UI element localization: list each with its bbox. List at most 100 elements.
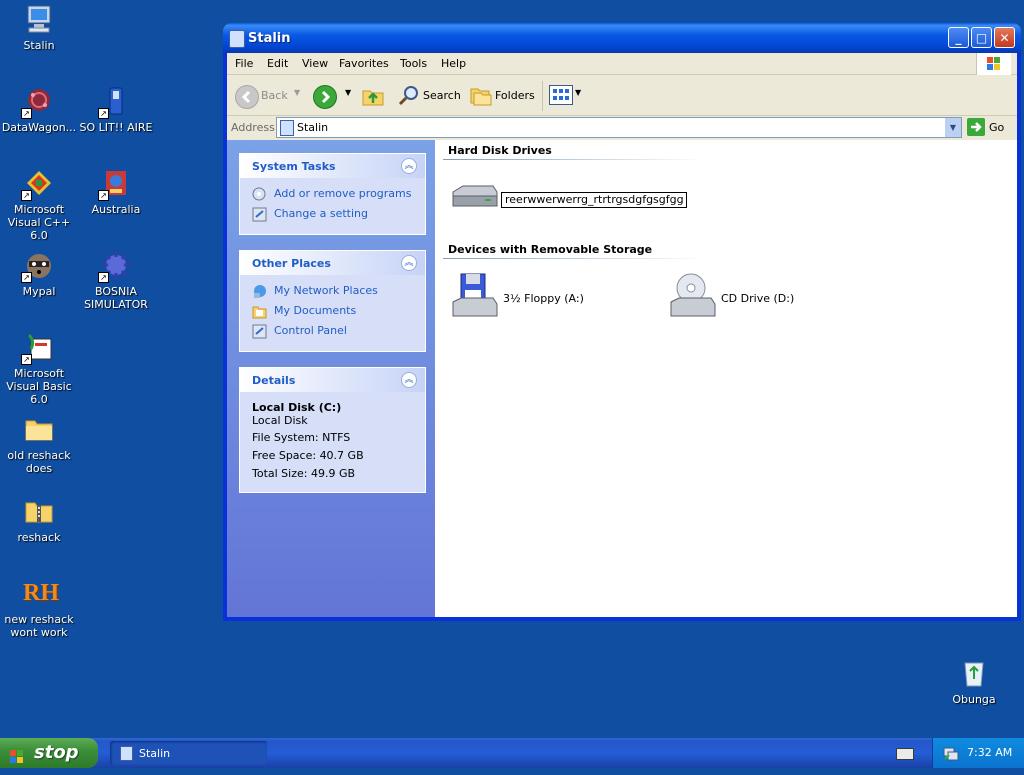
place-network[interactable]: My Network Places	[240, 281, 425, 301]
menu-help[interactable]: Help	[441, 57, 466, 70]
menu-edit[interactable]: Edit	[267, 57, 288, 70]
go-arrow-icon[interactable]	[967, 118, 985, 136]
raccoon-browser-icon: ↗	[21, 249, 55, 283]
visual-basic-icon: ↗	[21, 331, 55, 365]
maximize-button[interactable]: □	[971, 27, 992, 48]
task-change-setting[interactable]: Change a setting	[240, 204, 425, 224]
desktop-icon-label: Microsoft Visual Basic 6.0	[6, 367, 72, 406]
forward-arrow-icon[interactable]	[313, 85, 337, 109]
window-title: Stalin	[248, 31, 291, 46]
menu-view[interactable]: View	[302, 57, 328, 70]
desktop-icon-visual-basic[interactable]: ↗ Microsoft Visual Basic 6.0	[0, 331, 79, 406]
desktop-icon-label: Mypal	[22, 285, 56, 298]
go-button[interactable]: Go	[989, 121, 1004, 134]
desktop-icon-datawagon[interactable]: ↗ DataWagon...	[0, 85, 79, 134]
settings-panel-icon	[252, 207, 267, 222]
menu-bar: File Edit View Favorites Tools Help	[227, 53, 1017, 75]
address-value: Stalin	[297, 121, 329, 134]
desktop-icon-bosnia-simulator[interactable]: ↗ BOSNIA SIMULATOR	[76, 249, 156, 311]
drive-label: CD Drive (D:)	[721, 292, 795, 305]
desktop-icon-label: Australia	[91, 203, 141, 216]
desktop-icon-reshack[interactable]: reshack	[0, 495, 79, 544]
folder-icon	[23, 413, 55, 445]
address-input[interactable]: Stalin ▼	[276, 117, 962, 138]
details-panel: Details ︽ Local Disk (C:) Local Disk Fil…	[239, 367, 426, 493]
details-header[interactable]: Details ︽	[240, 368, 425, 392]
desktop-icon-label: new reshack wont work	[4, 613, 74, 639]
computer-icon	[229, 30, 245, 48]
collapse-chevron-icon[interactable]: ︽	[401, 372, 417, 388]
recycle-bin-icon	[958, 657, 990, 689]
search-button-label[interactable]: Search	[423, 89, 461, 113]
place-my-documents[interactable]: My Documents	[240, 301, 425, 321]
views-icon[interactable]	[549, 85, 573, 105]
desktop-icon-label: old reshack does	[7, 449, 71, 475]
desktop-icon-label: SO LIT!! AIRE	[79, 121, 153, 134]
address-dropdown-button[interactable]: ▼	[945, 118, 961, 137]
folders-icon[interactable]	[469, 83, 493, 107]
details-file-system: File System: NTFS	[252, 431, 351, 444]
cd-drive-icon	[667, 272, 717, 325]
close-button[interactable]: ✕	[994, 27, 1015, 48]
control-panel-icon	[252, 324, 267, 339]
collapse-chevron-icon[interactable]: ︽	[401, 255, 417, 271]
folders-button-label[interactable]: Folders	[495, 89, 535, 113]
panel-title: System Tasks	[252, 160, 336, 173]
menu-file[interactable]: File	[235, 57, 253, 70]
desktop-icon-new-reshack[interactable]: RH new reshack wont work	[0, 577, 79, 639]
desktop-icon-so-lit-aire[interactable]: ↗ SO LIT!! AIRE	[76, 85, 156, 134]
drive-list: Hard Disk Drives reerwwerwerrg_rtrtrgsdg…	[435, 140, 1017, 617]
menu-tools[interactable]: Tools	[400, 57, 427, 70]
drive-local-disk-c[interactable]: reerwwerwerrg_rtrtrgsdgfgsgfgg	[449, 180, 689, 216]
desktop-icon-visual-cpp[interactable]: ↗ Microsoft Visual C++ 6.0	[0, 167, 79, 242]
application-icon: ↗	[98, 167, 132, 201]
collapse-chevron-icon[interactable]: ︽	[401, 158, 417, 174]
desktop-icon-label: BOSNIA SIMULATOR	[84, 285, 148, 311]
desktop-icon-recycle-bin[interactable]: Obunga	[934, 657, 1014, 706]
details-name: Local Disk (C:)	[252, 401, 342, 414]
rename-input[interactable]: reerwwerwerrg_rtrtrgsdgfgsgfgg	[501, 192, 687, 208]
keyboard-icon[interactable]	[896, 748, 914, 760]
desktop-icon-old-reshack[interactable]: old reshack does	[0, 413, 79, 475]
panel-title: Details	[252, 374, 296, 387]
back-arrow-icon[interactable]	[235, 85, 259, 109]
visual-studio-icon: ↗	[21, 167, 55, 201]
start-button[interactable]: stop	[0, 738, 98, 768]
place-label: Control Panel	[274, 324, 347, 337]
network-tray-icon[interactable]	[943, 745, 959, 761]
desktop-icon-label: Stalin	[23, 39, 55, 52]
system-tasks-header[interactable]: System Tasks ︽	[240, 154, 425, 178]
search-icon[interactable]	[397, 83, 421, 107]
address-label: Address	[231, 121, 275, 134]
computer-icon	[280, 120, 294, 136]
clock[interactable]: 7:32 AM	[967, 746, 1012, 759]
taskbar-button-stalin[interactable]: Stalin	[110, 741, 267, 765]
taskbar: stop Stalin 7:32 AM	[0, 738, 1024, 768]
drive-cd-d[interactable]: CD Drive (D:)	[667, 272, 867, 322]
computer-icon	[23, 3, 55, 35]
views-dropdown-icon[interactable]: ▼	[575, 88, 581, 112]
place-control-panel[interactable]: Control Panel	[240, 321, 425, 341]
system-tray: 7:32 AM	[932, 738, 1024, 768]
menu-favorites[interactable]: Favorites	[339, 57, 389, 70]
desktop-icon-mypal[interactable]: ↗ Mypal	[0, 249, 79, 298]
forward-dropdown-icon[interactable]: ▼	[345, 88, 351, 112]
place-label: My Network Places	[274, 284, 378, 297]
start-label: stop	[34, 742, 79, 763]
title-bar[interactable]: Stalin _ □ ✕	[223, 23, 1021, 53]
back-button-label[interactable]: Back	[261, 89, 288, 113]
task-add-remove-programs[interactable]: Add or remove programs	[240, 184, 425, 204]
back-dropdown-icon[interactable]: ▼	[294, 88, 300, 112]
task-label: Add or remove programs	[274, 187, 412, 200]
toolbar: Back ▼ ▼ Search Folders ▼	[227, 75, 1017, 116]
drive-floppy-a[interactable]: 3½ Floppy (A:)	[449, 272, 649, 322]
desktop-icon-stalin[interactable]: Stalin	[0, 3, 79, 52]
floppy-drive-icon	[449, 272, 499, 325]
minimize-button[interactable]: _	[948, 27, 969, 48]
window-client: File Edit View Favorites Tools Help Back…	[227, 53, 1017, 617]
network-globe-icon: ↗	[21, 85, 55, 119]
place-label: My Documents	[274, 304, 357, 317]
other-places-header[interactable]: Other Places ︽	[240, 251, 425, 275]
desktop-icon-australia[interactable]: ↗ Australia	[76, 167, 156, 216]
up-folder-icon[interactable]	[361, 83, 385, 107]
